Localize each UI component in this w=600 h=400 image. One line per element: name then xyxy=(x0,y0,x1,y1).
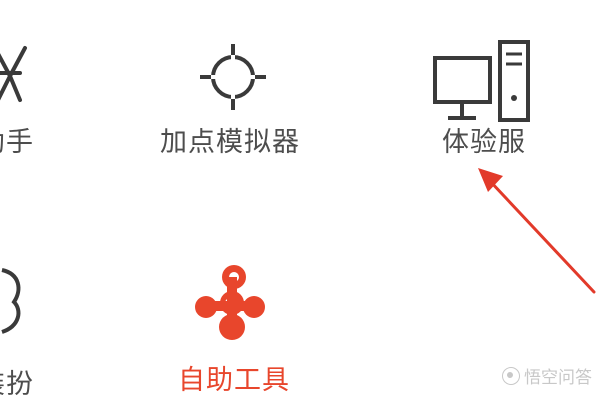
tool-label: 加点模拟器 xyxy=(160,127,300,158)
character-icon xyxy=(1,268,21,334)
watermark: 悟空问答 xyxy=(502,363,592,388)
tool-tile-self-service[interactable]: 自助工具 xyxy=(160,255,310,400)
tool-tile-test-server[interactable]: 体验服 xyxy=(410,20,560,180)
watermark-logo-icon xyxy=(502,366,520,385)
molecule-icon xyxy=(195,265,265,340)
crosshair-icon xyxy=(200,44,266,110)
watermark-text: 悟空问答 xyxy=(524,368,592,388)
tool-label: 装扮 xyxy=(0,369,34,400)
monitor-tower-icon xyxy=(433,40,530,122)
tool-label-active: 自助工具 xyxy=(178,365,290,396)
tool-tile-outfit[interactable]: 装扮 xyxy=(0,240,80,400)
tool-tile-assistant[interactable]: 助手 xyxy=(0,0,80,180)
tool-label: 体验服 xyxy=(442,127,526,158)
tool-tile-skill-simulator[interactable]: 加点模拟器 xyxy=(140,20,320,180)
tool-label: 助手 xyxy=(0,127,34,158)
star-icon xyxy=(0,46,27,102)
